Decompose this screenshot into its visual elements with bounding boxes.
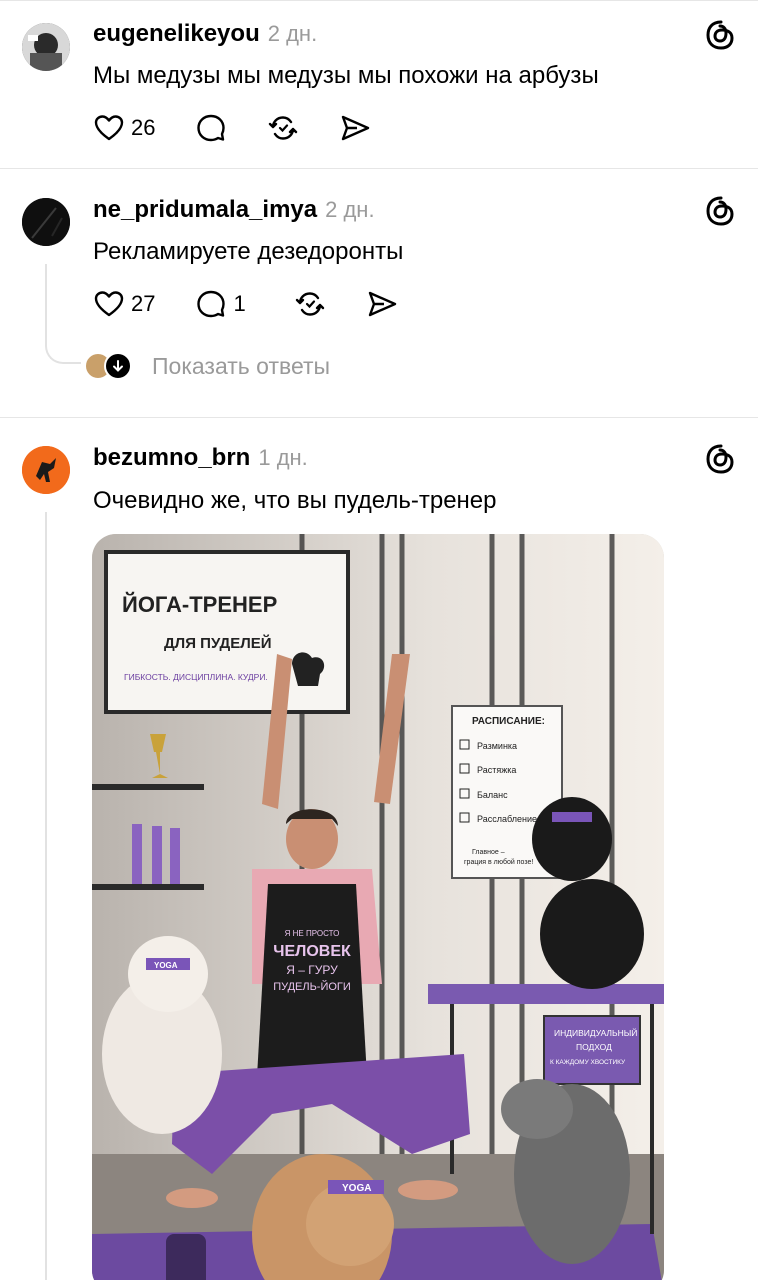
schedule-item: Баланс bbox=[477, 790, 508, 800]
schedule-note: грация в любой позе! bbox=[464, 858, 533, 866]
schedule-note: Главное – bbox=[472, 849, 505, 856]
apron-text: Я – ГУРУ bbox=[286, 963, 338, 977]
apron-text: ЧЕЛОВЕК bbox=[273, 943, 351, 960]
share-button[interactable] bbox=[339, 112, 371, 144]
repost-button[interactable] bbox=[267, 112, 299, 144]
heart-icon bbox=[94, 291, 124, 317]
post-username[interactable]: bezumno_brn 1 дн. bbox=[93, 444, 308, 472]
arrow-down-icon bbox=[104, 352, 132, 380]
repost-icon bbox=[295, 292, 324, 316]
like-button[interactable]: 27 bbox=[93, 288, 155, 320]
apron-text: Я НЕ ПРОСТО bbox=[285, 929, 340, 938]
repost-button[interactable] bbox=[294, 288, 326, 320]
avatar[interactable] bbox=[22, 23, 70, 71]
share-button[interactable] bbox=[366, 288, 398, 320]
comment-icon bbox=[197, 114, 226, 142]
like-button[interactable]: 26 bbox=[93, 112, 155, 144]
post-text: Рекламируете дезедоронты bbox=[93, 238, 404, 265]
sign-subtitle: ДЛЯ ПУДЕЛЕЙ bbox=[164, 634, 272, 652]
post-actions: 26 bbox=[93, 111, 411, 145]
threads-logo-icon[interactable] bbox=[705, 195, 737, 227]
avatar[interactable] bbox=[22, 446, 70, 494]
heart-icon bbox=[94, 115, 124, 141]
show-replies-button[interactable]: Показать ответы bbox=[84, 352, 330, 380]
post-divider bbox=[0, 417, 758, 418]
show-replies-label[interactable]: Показать ответы bbox=[152, 353, 330, 380]
sign-title: ЙОГА-ТРЕНЕР bbox=[122, 592, 277, 617]
threads-logo-icon[interactable] bbox=[705, 19, 737, 51]
card-text: К КАЖДОМУ ХВОСТИКУ bbox=[550, 1059, 626, 1066]
username-text[interactable]: bezumno_brn bbox=[93, 444, 250, 471]
comment-icon bbox=[197, 290, 226, 318]
send-icon bbox=[342, 115, 370, 141]
headband-label: YOGA bbox=[154, 961, 178, 970]
thread-line bbox=[45, 264, 47, 334]
post-time: 1 дн. bbox=[258, 445, 308, 470]
avatar[interactable] bbox=[22, 198, 70, 246]
reply-count: 1 bbox=[233, 291, 246, 316]
schedule-item: Расслабление bbox=[477, 814, 537, 824]
comment-button[interactable] bbox=[195, 112, 227, 144]
post-text: Мы медузы мы медузы мы похожи на арбузы bbox=[93, 62, 599, 89]
post-image[interactable]: ЙОГА-ТРЕНЕР ДЛЯ ПУДЕЛЕЙ ГИБКОСТЬ. ДИСЦИП… bbox=[92, 534, 664, 1280]
schedule-title: РАСПИСАНИЕ: bbox=[472, 716, 545, 727]
post-username[interactable]: ne_pridumala_imya 2 дн. bbox=[93, 196, 375, 224]
like-count: 26 bbox=[131, 115, 156, 140]
send-icon bbox=[368, 291, 396, 317]
sign-tagline: ГИБКОСТЬ. ДИСЦИПЛИНА. КУДРИ. bbox=[124, 672, 268, 682]
post-time: 2 дн. bbox=[325, 197, 375, 222]
card-text: ПОДХОД bbox=[576, 1042, 612, 1052]
comment-button[interactable]: 1 bbox=[195, 288, 246, 320]
post-username[interactable]: eugenelikeyou 2 дн. bbox=[93, 20, 317, 48]
thread-line bbox=[45, 512, 47, 1280]
headband-label: YOGA bbox=[342, 1183, 371, 1194]
threads-logo-icon[interactable] bbox=[705, 443, 737, 475]
post-time: 2 дн. bbox=[267, 21, 318, 46]
schedule-item: Разминка bbox=[477, 741, 517, 751]
thread-curve bbox=[45, 334, 81, 364]
post-divider bbox=[0, 168, 758, 169]
post-image-illustration: ЙОГА-ТРЕНЕР ДЛЯ ПУДЕЛЕЙ ГИБКОСТЬ. ДИСЦИП… bbox=[92, 534, 664, 1280]
schedule-item: Растяжка bbox=[477, 765, 516, 775]
top-divider bbox=[0, 0, 758, 1]
like-count: 27 bbox=[131, 291, 156, 316]
repost-icon bbox=[269, 116, 298, 140]
username-text[interactable]: ne_pridumala_imya bbox=[93, 196, 317, 223]
post-actions: 27 1 bbox=[93, 287, 438, 321]
card-text: ИНДИВИДУАЛЬНЫЙ bbox=[554, 1027, 637, 1038]
username-text[interactable]: eugenelikeyou bbox=[93, 20, 260, 47]
apron-text: ПУДЕЛЬ-ЙОГИ bbox=[273, 980, 351, 993]
post-text: Очевидно же, что вы пудель-тренер bbox=[93, 487, 497, 514]
